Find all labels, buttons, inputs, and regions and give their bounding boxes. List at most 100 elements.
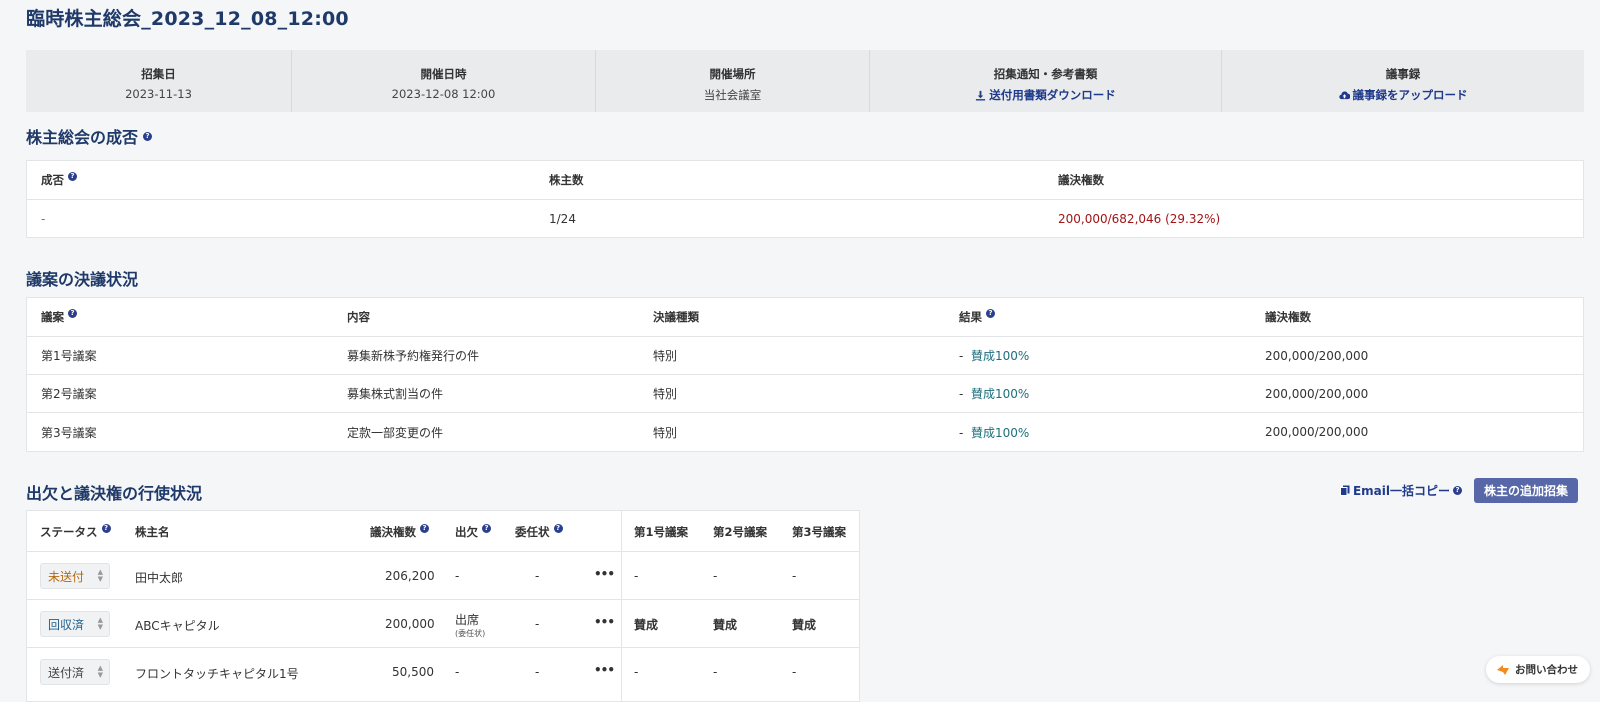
proposal-2-vote: - (713, 665, 718, 679)
quorum-col-result-label: 成否 (41, 173, 64, 187)
notice-label: 招集通知・参考書類 (993, 67, 1098, 81)
res-result-dash: - (959, 349, 964, 363)
res-content: 募集新株予約権発行の件 (347, 349, 480, 363)
chat-icon (1497, 664, 1509, 675)
table-row: 第2号議案 募集株式割当の件 特別 - 賛成100% 200,000/200,0… (27, 375, 1583, 413)
att-col-proxy: 委任状 ? (515, 524, 563, 540)
help-icon[interactable]: ? (986, 309, 996, 318)
res-col-result: 結果 ? (945, 309, 1251, 325)
att-col-status-label: ステータス (40, 525, 98, 539)
att-col-attend-label: 出欠 (455, 525, 478, 539)
status-value: 送付済 (48, 665, 85, 680)
proposal-1-vote: 賛成 (634, 618, 659, 632)
att-col-proxy-label: 委任状 (515, 525, 550, 539)
res-proposal: 第3号議案 (41, 425, 97, 440)
res-votes: 200,000/200,000 (1265, 348, 1369, 363)
proxy-value: - (535, 569, 540, 583)
attend-value: - (455, 665, 460, 679)
res-type: 特別 (653, 387, 678, 401)
help-icon[interactable]: ? (553, 524, 563, 533)
shareholder-name-link[interactable]: フロントタッチキャピタル1号 (135, 665, 299, 682)
res-col-proposal: 議案 ? (27, 309, 333, 325)
res-result: - 賛成100% (945, 385, 1251, 402)
res-votes: 200,000/200,000 (1265, 386, 1369, 401)
res-votes: 200,000/200,000 (1265, 425, 1369, 439)
help-icon[interactable]: ? (68, 172, 78, 181)
res-result-dash: - (959, 387, 964, 401)
att-col-status: ステータス ? (40, 524, 111, 540)
info-notice: 招集通知・参考書類 送付用書類ダウンロード (870, 50, 1222, 112)
info-meeting-datetime: 開催日時 2023-12-08 12:00 (292, 50, 596, 112)
more-options-icon[interactable]: ••• (594, 615, 615, 629)
help-icon[interactable]: ? (143, 131, 153, 141)
info-convocation-date: 招集日 2023-11-13 (26, 50, 292, 112)
help-icon[interactable]: ? (101, 524, 111, 533)
quorum-col-votes: 議決権数 (1058, 173, 1104, 187)
quorum-section-title: 株主総会の成否 ? (26, 124, 153, 148)
status-select[interactable]: 送付済 ▲ ▼ (40, 659, 110, 685)
res-type: 特別 (653, 349, 678, 363)
res-result-dash: - (959, 425, 964, 440)
att-col-votes: 議決権数 ? (370, 524, 430, 540)
attendance-table: ステータス ? 株主名 議決権数 ? 出欠 ? 委任状 ? 第1号議案 第2号議… (26, 510, 860, 702)
meeting-info-bar: 招集日 2023-11-13 開催日時 2023-12-08 12:00 開催場… (26, 50, 1584, 112)
status-select[interactable]: 未送付 ▲ ▼ (40, 563, 110, 589)
status-select[interactable]: 回収済 ▲ ▼ (40, 611, 110, 637)
download-documents-link[interactable]: 送付用書類ダウンロード (975, 87, 1116, 103)
minutes-label: 議事録 (1385, 67, 1421, 81)
more-options-icon[interactable]: ••• (594, 663, 615, 677)
quorum-title-text: 株主総会の成否 (26, 128, 139, 147)
help-icon[interactable]: ? (420, 524, 430, 533)
quorum-col-result: 成否 ? (27, 172, 535, 188)
res-col-proposal-label: 議案 (41, 310, 64, 324)
info-venue: 開催場所 当社会議室 (596, 50, 870, 112)
add-shareholder-button[interactable]: 株主の追加招集 (1473, 478, 1578, 503)
quorum-shareholders-value: 1/24 (549, 212, 576, 226)
shareholder-name-link[interactable]: 田中太郎 (135, 569, 183, 586)
res-result: - 賛成100% (945, 347, 1251, 364)
copy-icon (1339, 485, 1350, 496)
proposal-3-vote: - (792, 569, 797, 583)
meeting-datetime-label: 開催日時 (420, 67, 467, 81)
quorum-table: 成否 ? 株主数 議決権数 - 1/24 200,000/682,046 (29… (26, 160, 1584, 238)
help-icon[interactable]: ? (482, 524, 492, 533)
quorum-result-value: - (41, 212, 46, 226)
resolutions-table: 議案 ? 内容 決議種類 結果 ? 議決権数 第1号議案 募集新株予約権発行の件… (26, 297, 1584, 452)
sort-arrows-icon: ▲ ▼ (97, 616, 103, 631)
attend-status: 出席 (455, 613, 480, 627)
res-result-approval: 賛成100% (970, 425, 1030, 440)
proposal-3-vote: - (792, 665, 797, 679)
att-col-name: 株主名 (135, 525, 170, 539)
attend-value: - (455, 569, 460, 583)
shareholder-votes: 206,200 (385, 569, 435, 583)
quorum-votes-value: 200,000/682,046 (29.32%) (1058, 212, 1221, 226)
shareholder-name-link[interactable]: ABCキャピタル (135, 617, 220, 634)
table-row: 回収済 ▲ ▼ ABCキャピタル 200,000 出席 (委任状) - ••• 賛… (27, 600, 859, 648)
contact-button[interactable]: お問い合わせ (1486, 656, 1590, 683)
table-row: - 1/24 200,000/682,046 (29.32%) (27, 200, 1583, 238)
res-content: 募集株式割当の件 (347, 387, 444, 401)
attendance-actions: Email一括コピー ? 株主の追加招集 (1339, 478, 1578, 503)
shareholder-votes: 200,000 (385, 617, 435, 631)
more-options-icon[interactable]: ••• (594, 567, 615, 581)
help-icon[interactable]: ? (1452, 486, 1462, 495)
upload-minutes-label: 議事録をアップロード (1352, 88, 1468, 102)
res-col-votes: 議決権数 (1265, 310, 1311, 324)
email-copy-label: Email一括コピー (1352, 484, 1450, 498)
upload-minutes-link[interactable]: 議事録をアップロード (1338, 87, 1468, 103)
meeting-datetime-value: 2023-12-08 12:00 (391, 87, 496, 101)
table-row: 第3号議案 定款一部変更の件 特別 - 賛成100% 200,000/200,0… (27, 413, 1583, 451)
att-col-proposal-2: 第2号議案 (713, 525, 768, 539)
res-type: 特別 (653, 425, 678, 440)
res-col-type: 決議種類 (653, 310, 699, 324)
status-value: 回収済 (48, 617, 85, 632)
cloud-upload-icon (1338, 91, 1350, 99)
help-icon[interactable]: ? (68, 309, 78, 318)
email-copy-link[interactable]: Email一括コピー ? (1339, 482, 1462, 499)
attend-sub-note: (委任状) (455, 629, 486, 638)
att-col-votes-label: 議決権数 (370, 525, 416, 539)
sort-arrows-icon: ▲ ▼ (97, 568, 103, 583)
attend-value: 出席 (委任状) (455, 611, 485, 639)
res-proposal: 第2号議案 (41, 387, 97, 401)
res-result-approval: 賛成100% (970, 349, 1030, 363)
